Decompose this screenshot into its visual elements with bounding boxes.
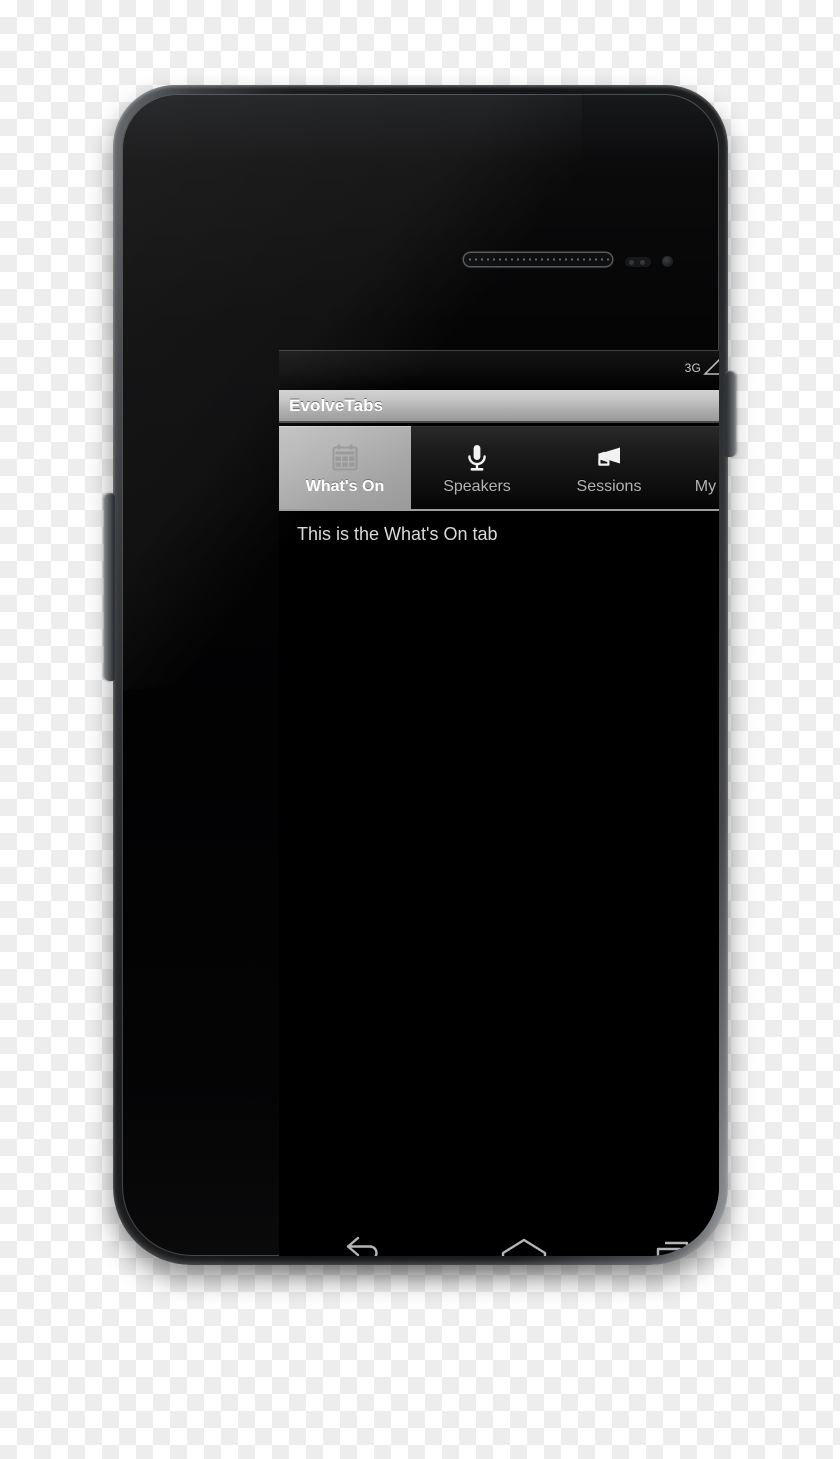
tab-label-whats-on: What's On	[305, 477, 385, 495]
signal-bars-icon	[703, 357, 719, 381]
phone-screen: 3G 4:32	[279, 350, 719, 1256]
content-text: This is the What's On tab	[297, 524, 498, 544]
tab-whats-on[interactable]: What's On	[279, 426, 411, 509]
recent-apps-button[interactable]	[599, 1234, 719, 1256]
phone-bezel: 3G 4:32	[122, 94, 719, 1256]
proximity-sensor	[625, 257, 651, 267]
tab-label-my-schedule: My Schedule	[694, 477, 719, 495]
tab-label-sessions: Sessions	[576, 477, 642, 495]
megaphone-icon	[591, 440, 627, 476]
power-button[interactable]	[725, 371, 736, 457]
home-button[interactable]	[449, 1234, 599, 1256]
calendar-icon	[327, 440, 363, 476]
home-icon	[498, 1234, 550, 1256]
status-bar[interactable]: 3G 4:32	[279, 350, 719, 390]
app-title-bar: EvolveTabs	[279, 390, 719, 423]
earpiece-speaker	[464, 253, 612, 266]
tab-my-schedule[interactable]: My Schedule	[675, 426, 719, 509]
page-title: EvolveTabs	[289, 395, 384, 415]
tab-speakers[interactable]: Speakers	[411, 426, 543, 509]
volume-rocker-button[interactable]	[104, 493, 115, 681]
tab-sessions[interactable]: Sessions	[543, 426, 675, 509]
recent-apps-icon	[652, 1234, 696, 1256]
ambient-light-sensor	[662, 256, 673, 267]
tab-bar: What's On Speakers Sessions My	[279, 423, 719, 511]
tab-content-area: This is the What's On tab	[279, 511, 719, 1256]
tab-label-speakers: Speakers	[443, 477, 511, 495]
microphone-icon	[459, 440, 495, 476]
android-navigation-bar	[279, 1215, 719, 1256]
status-bar-indicators: 3G 4:32	[685, 354, 719, 387]
back-button[interactable]	[279, 1234, 449, 1256]
phone-device: 3G 4:32	[113, 85, 728, 1265]
network-type-label: 3G	[684, 360, 702, 375]
back-arrow-icon	[342, 1234, 386, 1256]
